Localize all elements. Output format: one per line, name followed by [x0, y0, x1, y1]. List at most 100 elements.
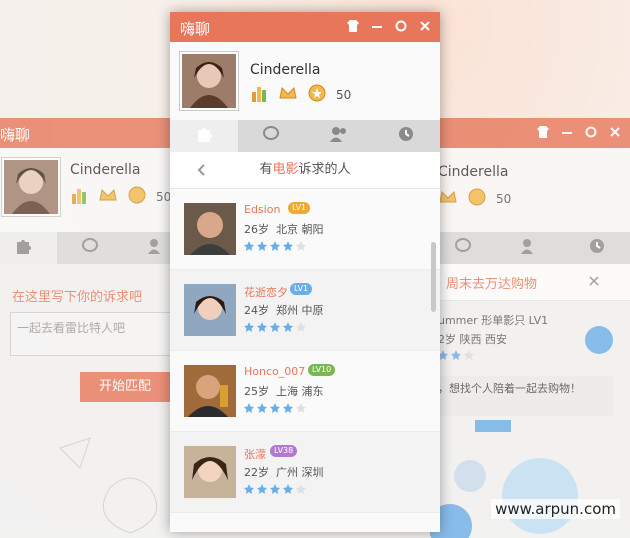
- message-icon[interactable]: [585, 326, 613, 354]
- request-title: 周末去万达购物: [446, 277, 538, 292]
- coin-count: 50: [156, 189, 172, 204]
- title-bar: 嗨聊: [170, 12, 440, 42]
- maximize-icon[interactable]: [584, 125, 598, 139]
- list-item[interactable]: 花逝恋夕 LV1 24岁 郑州 中原: [170, 270, 440, 351]
- list-title-suffix: 诉求的人: [298, 162, 351, 177]
- chat-icon: [81, 237, 99, 259]
- close-icon[interactable]: [588, 272, 600, 291]
- tab-chat[interactable]: [430, 232, 497, 264]
- list-header: 有电影诉求的人: [170, 152, 440, 189]
- coin-count: 50: [496, 191, 512, 206]
- contacts-icon: [329, 125, 349, 147]
- decorative-doodle: [59, 437, 158, 534]
- person-photo: [184, 365, 236, 417]
- coin-icon: [128, 186, 146, 207]
- tab-plugins[interactable]: [0, 232, 57, 264]
- person-photo: [184, 203, 236, 255]
- request-user-info: 2岁 陕西 西安: [438, 333, 507, 346]
- request-hint: 在这里写下你的诉求吧: [12, 290, 143, 305]
- profile-panel: Cinderella 50: [170, 42, 440, 120]
- title-bar: 嗨聊: [0, 118, 190, 148]
- coin-icon: [468, 188, 486, 209]
- person-name: Edsion: [244, 203, 281, 216]
- window-left: 嗨聊 Cinderella 50 在这里写下你的诉求吧 一起去看雷比特人吧 开始…: [0, 118, 190, 538]
- list-title-highlight: 电影: [272, 162, 299, 177]
- window-right: Cinderella 50 周末去万达购物 ummer 形单影只 LV1 2岁 …: [430, 118, 630, 538]
- app-title: 嗨聊: [0, 126, 31, 144]
- person-info: 26岁 北京 朝阳: [244, 223, 324, 236]
- crown-icon: [438, 188, 458, 209]
- coin-count: 50: [336, 87, 352, 102]
- expand-button[interactable]: [475, 420, 511, 432]
- tab-chat[interactable]: [238, 120, 306, 152]
- person-info: 22岁 广州 深圳: [244, 466, 324, 479]
- list-title-prefix: 有: [259, 162, 273, 177]
- tab-history[interactable]: [373, 120, 441, 152]
- rating-stars: [244, 322, 306, 332]
- list-item[interactable]: Honco_007 LV10 25岁 上海 浦东: [170, 351, 440, 432]
- window-controls: [536, 125, 622, 139]
- level-badge: LV1: [290, 283, 313, 295]
- badges: 50: [70, 186, 171, 207]
- person-name: 花逝恋夕: [244, 286, 288, 299]
- list-item[interactable]: 张濛 LV38 22岁 广州 深圳: [170, 432, 440, 513]
- request-user: ummer 形单影只 LV1: [438, 314, 549, 327]
- close-icon[interactable]: [608, 125, 622, 139]
- profile-name: Cinderella: [70, 162, 141, 178]
- level-badge: LV1: [288, 202, 311, 214]
- chat-icon: [262, 125, 280, 147]
- profile-panel: Cinderella 50: [430, 148, 630, 232]
- person-info: 24岁 郑州 中原: [244, 304, 324, 317]
- skin-icon[interactable]: [346, 19, 360, 33]
- tab-contacts[interactable]: [305, 120, 373, 152]
- app-title: 嗨聊: [180, 20, 211, 38]
- crown-icon: [278, 84, 298, 105]
- chat-icon: [454, 237, 472, 259]
- profile-name: Cinderella: [250, 62, 321, 78]
- contacts-icon: [147, 237, 167, 259]
- avatar[interactable]: [2, 158, 60, 216]
- person-photo: [184, 284, 236, 336]
- rating-stars: [244, 484, 306, 494]
- tab-plugins[interactable]: [170, 120, 238, 152]
- contacts-icon: [520, 237, 540, 259]
- badges: 50: [438, 188, 511, 209]
- minimize-icon[interactable]: [560, 125, 574, 139]
- tab-chat[interactable]: [57, 232, 124, 264]
- tab-bar: [430, 232, 630, 264]
- tab-contacts[interactable]: [497, 232, 564, 264]
- tab-bar: [0, 232, 190, 264]
- person-photo: [184, 446, 236, 498]
- tab-bar: [170, 120, 440, 152]
- clock-icon: [588, 237, 606, 259]
- puzzle-icon: [14, 237, 32, 259]
- minimize-icon[interactable]: [370, 19, 384, 33]
- scrollbar-thumb[interactable]: [431, 242, 436, 312]
- puzzle-icon: [195, 125, 213, 147]
- crown-icon: [98, 186, 118, 207]
- window-controls: [346, 19, 432, 33]
- level-bars-icon: [70, 186, 88, 207]
- person-info: 25岁 上海 浦东: [244, 385, 324, 398]
- person-name: 张濛: [244, 448, 266, 461]
- coin-icon: [308, 84, 326, 105]
- level-badge: LV10: [308, 364, 336, 376]
- main-window: 嗨聊 Cinderella 50 有电影诉求的人 Edsion LV1 26岁 …: [170, 12, 440, 532]
- start-match-button[interactable]: 开始匹配: [80, 372, 170, 402]
- watermark: www.arpun.com: [491, 499, 620, 519]
- skin-icon[interactable]: [536, 125, 550, 139]
- maximize-icon[interactable]: [394, 19, 408, 33]
- close-icon[interactable]: [418, 19, 432, 33]
- rating-stars: [244, 403, 306, 413]
- rating-stars: [438, 350, 474, 360]
- level-badge: LV38: [270, 445, 298, 457]
- title-bar: [430, 118, 630, 148]
- level-bars-icon: [250, 84, 268, 105]
- list-item[interactable]: Edsion LV1 26岁 北京 朝阳: [170, 189, 440, 270]
- request-input[interactable]: 一起去看雷比特人吧: [10, 312, 174, 356]
- badges: 50: [250, 84, 351, 105]
- avatar[interactable]: [180, 52, 238, 110]
- tab-history[interactable]: [563, 232, 630, 264]
- request-message: ，想找个人陪着一起去购物！: [438, 376, 613, 416]
- person-name: Honco_007: [244, 365, 306, 378]
